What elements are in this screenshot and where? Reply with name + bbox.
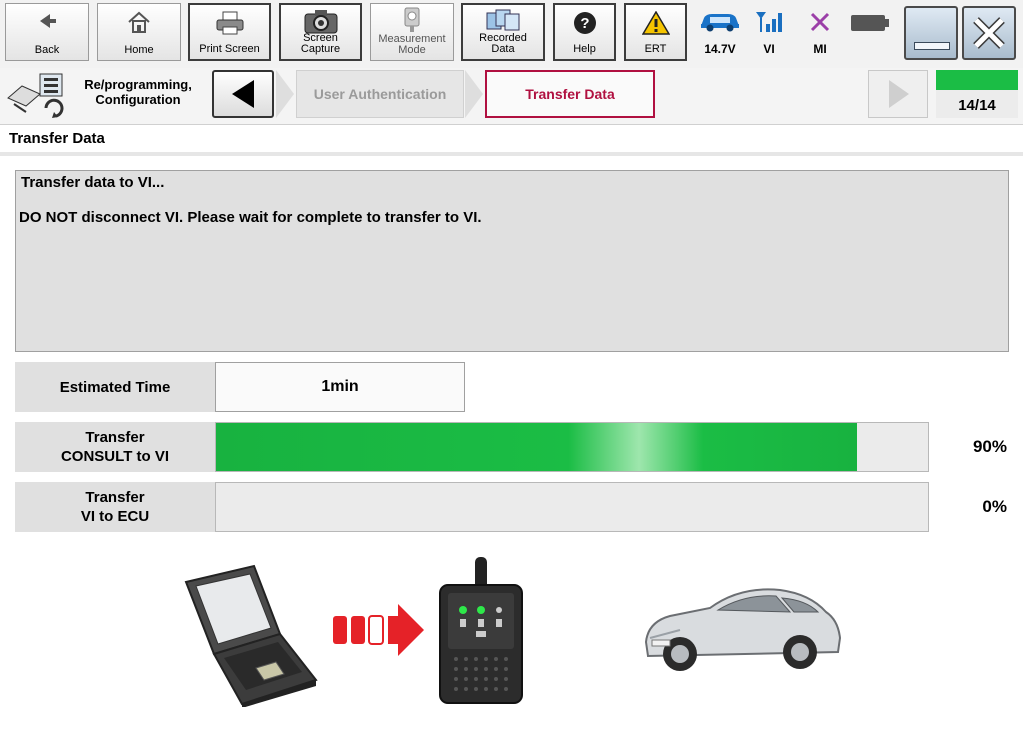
estimated-time-value: 1min — [215, 362, 465, 412]
chevron-right-icon — [889, 80, 909, 108]
step-arrow-2 — [465, 70, 483, 118]
ert-label: ERT — [644, 43, 667, 55]
transfer-consult-label: Transfer CONSULT to VI — [15, 422, 215, 472]
home-label: Home — [124, 44, 154, 56]
chevron-left-icon — [232, 80, 254, 108]
recorded-data-icon — [463, 8, 543, 35]
transfer-consult-progress-fill — [216, 423, 857, 471]
signal-icon — [748, 10, 790, 37]
battery-icon — [850, 14, 890, 37]
configuration-icon — [6, 72, 68, 123]
screen-capture-button[interactable]: Screen Capture — [279, 3, 362, 61]
transfer-vi-ecu-label: Transfer VI to ECU — [15, 482, 215, 532]
vi-device-icon — [436, 555, 526, 712]
back-arrow-icon — [6, 10, 88, 35]
help-label: Help — [573, 43, 596, 55]
recorded-data-label: Recorded Data — [479, 32, 527, 55]
step-progress-bar — [936, 70, 1018, 90]
page-title: Transfer Data — [9, 130, 105, 147]
message-box: Transfer data to VI... DO NOT disconnect… — [15, 170, 1009, 352]
back-label: Back — [34, 44, 60, 56]
back-step-button[interactable] — [212, 70, 274, 118]
recorded-data-button[interactable]: Recorded Data — [461, 3, 545, 61]
measurement-mode-label: Measurement Mode — [378, 33, 446, 56]
close-button[interactable] — [962, 6, 1016, 60]
arrow-right-icon — [332, 602, 426, 663]
help-button[interactable]: ? Help — [553, 3, 616, 61]
estimated-time-label: Estimated Time — [15, 362, 215, 412]
step-transfer-data: Transfer Data — [485, 70, 655, 118]
measurement-mode-button[interactable]: Measurement Mode — [370, 3, 454, 61]
home-icon — [98, 10, 180, 37]
mi-x-icon — [799, 10, 841, 37]
print-screen-label: Print Screen — [199, 43, 260, 55]
warning-icon — [626, 10, 685, 38]
back-button[interactable]: Back — [5, 3, 89, 61]
transfer-vi-ecu-percent: 0% — [982, 497, 1007, 516]
vehicle-voltage-status: 14.7V — [694, 4, 746, 62]
svg-text:?: ? — [580, 15, 589, 32]
ert-button[interactable]: ERT — [624, 3, 687, 61]
voltage-value: 14.7V — [704, 42, 736, 56]
help-icon: ? — [555, 11, 614, 38]
gauge-icon — [371, 7, 453, 36]
car-icon — [640, 582, 845, 683]
transfer-consult-percent: 90% — [972, 437, 1007, 456]
screen-capture-label: Screen Capture — [300, 32, 341, 55]
close-icon — [970, 14, 1008, 57]
step-progress-text: 14/14 — [958, 97, 996, 114]
toolbar: Back Home Print Screen Screen Capture Mea… — [0, 0, 1023, 69]
step-progress: 14/14 — [936, 70, 1018, 118]
vi-label: VI — [763, 42, 775, 56]
home-button[interactable]: Home — [97, 3, 181, 61]
step-user-authentication: User Authentication — [296, 70, 464, 118]
step-arrow-1 — [276, 70, 294, 118]
message-line-1: Transfer data to VI... — [21, 174, 165, 191]
next-step-button[interactable] — [868, 70, 928, 118]
minimize-button[interactable] — [904, 6, 958, 60]
section-title: Re/programming, Configuration — [84, 77, 192, 107]
laptop-icon — [180, 562, 320, 712]
transfer-vi-ecu-progress — [215, 482, 929, 532]
mi-label: MI — [813, 42, 827, 56]
transfer-consult-progress — [215, 422, 929, 472]
printer-icon — [190, 11, 269, 38]
mi-status: MI — [799, 4, 841, 62]
navigation-bar: Re/programming, Configuration User Authen… — [0, 68, 1023, 125]
title-divider — [0, 152, 1023, 156]
minimize-icon — [914, 42, 950, 50]
print-screen-button[interactable]: Print Screen — [188, 3, 271, 61]
vi-status: VI — [748, 4, 790, 62]
car-battery-icon — [694, 10, 746, 35]
message-line-2: DO NOT disconnect VI. Please wait for co… — [19, 209, 482, 226]
